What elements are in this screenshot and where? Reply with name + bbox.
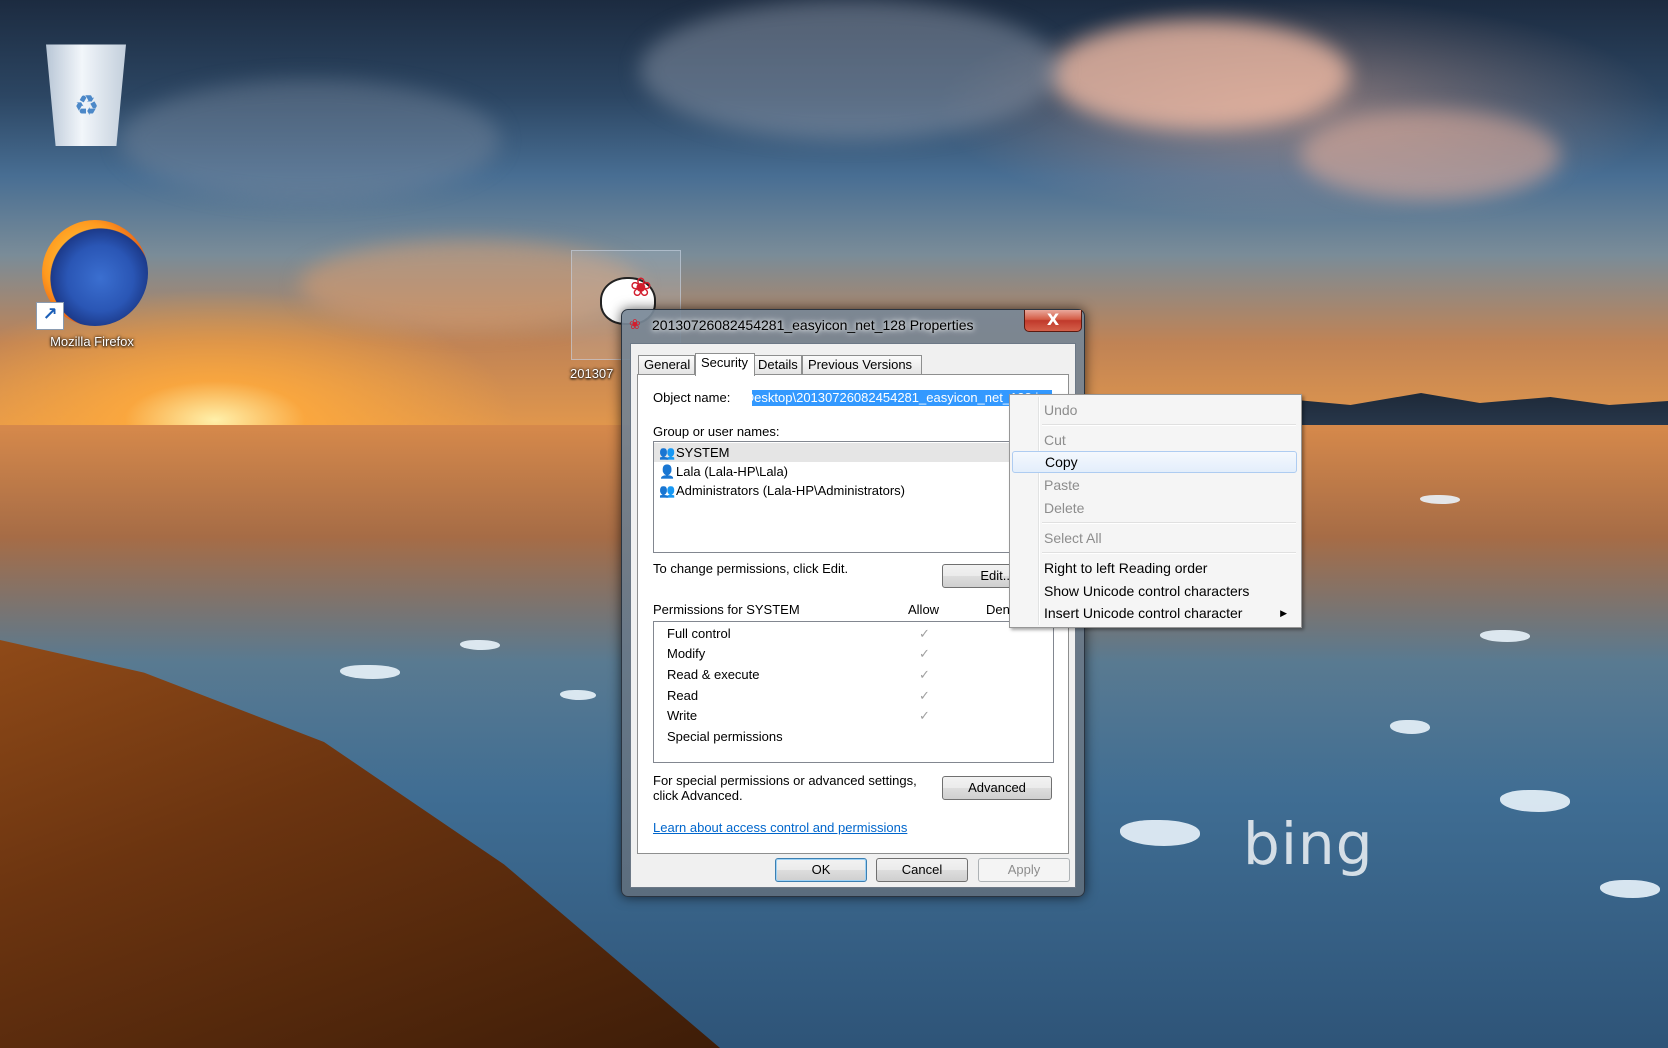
special-permissions-text: For special permissions or advanced sett… xyxy=(653,773,917,788)
user-name: SYSTEM xyxy=(676,445,730,460)
close-button[interactable]: X xyxy=(1024,310,1082,332)
group-user-list[interactable]: 👥 SYSTEM 👤 Lala (Lala-HP\Lala) 👥 Adminis… xyxy=(653,441,1054,553)
user-name: Lala (Lala-HP\Lala) xyxy=(676,464,789,479)
object-name-value: a\Desktop\20130726082454281_easyicon_net… xyxy=(752,390,1052,405)
cancel-button[interactable]: Cancel xyxy=(876,858,968,882)
table-row: Read ✓ xyxy=(667,686,1047,706)
hello-kitty-title-icon: ❀ xyxy=(629,317,641,333)
menu-item-copy[interactable]: Copy xyxy=(1012,451,1297,473)
window-title: 20130726082454281_easyicon_net_128 Prope… xyxy=(652,317,974,333)
ice-floe xyxy=(460,640,500,650)
menu-separator xyxy=(1042,424,1296,426)
bing-watermark: bing xyxy=(1243,810,1374,878)
user-name: Administrators (Lala-HP\Administrators) xyxy=(676,483,906,498)
menu-separator xyxy=(1042,552,1296,554)
table-row: Read & execute ✓ xyxy=(667,665,1047,685)
ok-button[interactable]: OK xyxy=(775,858,867,882)
edit-context-menu[interactable]: Undo Cut Copy Paste Delete Select All Ri… xyxy=(1009,394,1302,628)
menu-separator xyxy=(1042,522,1296,524)
recycle-symbol-icon: ♻ xyxy=(74,89,100,122)
shortcut-arrow-icon: ↗ xyxy=(36,302,64,330)
allow-check-icon: ✓ xyxy=(919,667,930,682)
menu-item-insert-unicode[interactable]: Insert Unicode control character ▶ xyxy=(1012,602,1297,624)
change-permissions-text: To change permissions, click Edit. xyxy=(653,561,849,576)
allow-column-header: Allow xyxy=(908,602,940,617)
group-names-label: Group or user names: xyxy=(653,424,780,439)
submenu-arrow-icon: ▶ xyxy=(1280,608,1287,618)
permission-name: Write xyxy=(667,708,698,723)
tab-details[interactable]: Details xyxy=(752,355,802,375)
allow-check-icon: ✓ xyxy=(919,626,930,641)
allow-check-icon: ✓ xyxy=(919,646,930,661)
list-item[interactable]: 👥 SYSTEM xyxy=(654,443,1053,462)
permission-name: Full control xyxy=(667,626,731,641)
permission-name: Read xyxy=(667,688,699,703)
permissions-for-label: Permissions for SYSTEM xyxy=(653,602,800,617)
learn-access-control-link[interactable]: Learn about access control and permissio… xyxy=(653,820,907,835)
tab-previous-versions[interactable]: Previous Versions xyxy=(802,355,922,375)
firefox-desktop-icon[interactable]: ↗ Mozilla Firefox xyxy=(32,220,152,360)
object-name-label: Object name: xyxy=(653,390,731,405)
users-group-icon: 👥 xyxy=(659,445,676,460)
bow-icon: ❀ xyxy=(630,273,652,303)
wallpaper-cloud xyxy=(1050,20,1350,130)
menu-item-show-unicode[interactable]: Show Unicode control characters xyxy=(1012,580,1297,602)
allow-check-icon: ✓ xyxy=(919,708,930,723)
apply-button[interactable]: Apply xyxy=(978,858,1070,882)
permission-name: Read & execute xyxy=(667,667,760,682)
firefox-label: Mozilla Firefox xyxy=(50,334,134,349)
menu-item-delete[interactable]: Delete xyxy=(1012,497,1297,519)
security-tab-panel: Object name: a\Desktop\20130726082454281… xyxy=(637,374,1069,854)
ice-floe xyxy=(1390,720,1430,734)
menu-item-insert-unicode-label: Insert Unicode control character xyxy=(1044,605,1243,621)
tab-security[interactable]: Security xyxy=(695,353,755,376)
users-group-icon: 👥 xyxy=(659,483,676,498)
ice-floe xyxy=(1420,495,1460,504)
table-row: Special permissions xyxy=(667,727,1047,747)
menu-item-paste[interactable]: Paste xyxy=(1012,474,1297,496)
permission-name: Modify xyxy=(667,646,706,661)
object-name-field[interactable]: a\Desktop\20130726082454281_easyicon_net… xyxy=(752,390,1052,406)
wallpaper-cloud xyxy=(640,0,1060,140)
ice-floe xyxy=(560,690,596,700)
tab-general[interactable]: General xyxy=(638,355,695,375)
table-row: Write ✓ xyxy=(667,706,1047,726)
list-item[interactable]: 👥 Administrators (Lala-HP\Administrators… xyxy=(654,481,1053,500)
special-permissions-text-2: click Advanced. xyxy=(653,788,743,803)
list-item[interactable]: 👤 Lala (Lala-HP\Lala) xyxy=(654,462,1053,481)
permissions-list[interactable]: Full control ✓ Modify ✓ Read & execute ✓… xyxy=(653,621,1054,763)
table-row: Full control ✓ xyxy=(667,624,1047,644)
user-icon: 👤 xyxy=(659,464,676,479)
allow-check-icon: ✓ xyxy=(919,688,930,703)
menu-item-select-all[interactable]: Select All xyxy=(1012,527,1297,549)
menu-item-rtl-reading-order[interactable]: Right to left Reading order xyxy=(1012,557,1297,579)
wallpaper-cloud xyxy=(1300,110,1560,200)
file-icon-label: 201307 xyxy=(570,366,614,381)
menu-item-cut[interactable]: Cut xyxy=(1012,429,1297,451)
menu-item-undo[interactable]: Undo xyxy=(1012,399,1297,421)
advanced-button[interactable]: Advanced xyxy=(942,776,1052,800)
permission-name: Special permissions xyxy=(667,729,783,744)
table-row: Modify ✓ xyxy=(667,644,1047,664)
recycle-bin-desktop-icon[interactable]: ♻ xyxy=(38,34,138,149)
wallpaper-cloud xyxy=(120,80,500,200)
